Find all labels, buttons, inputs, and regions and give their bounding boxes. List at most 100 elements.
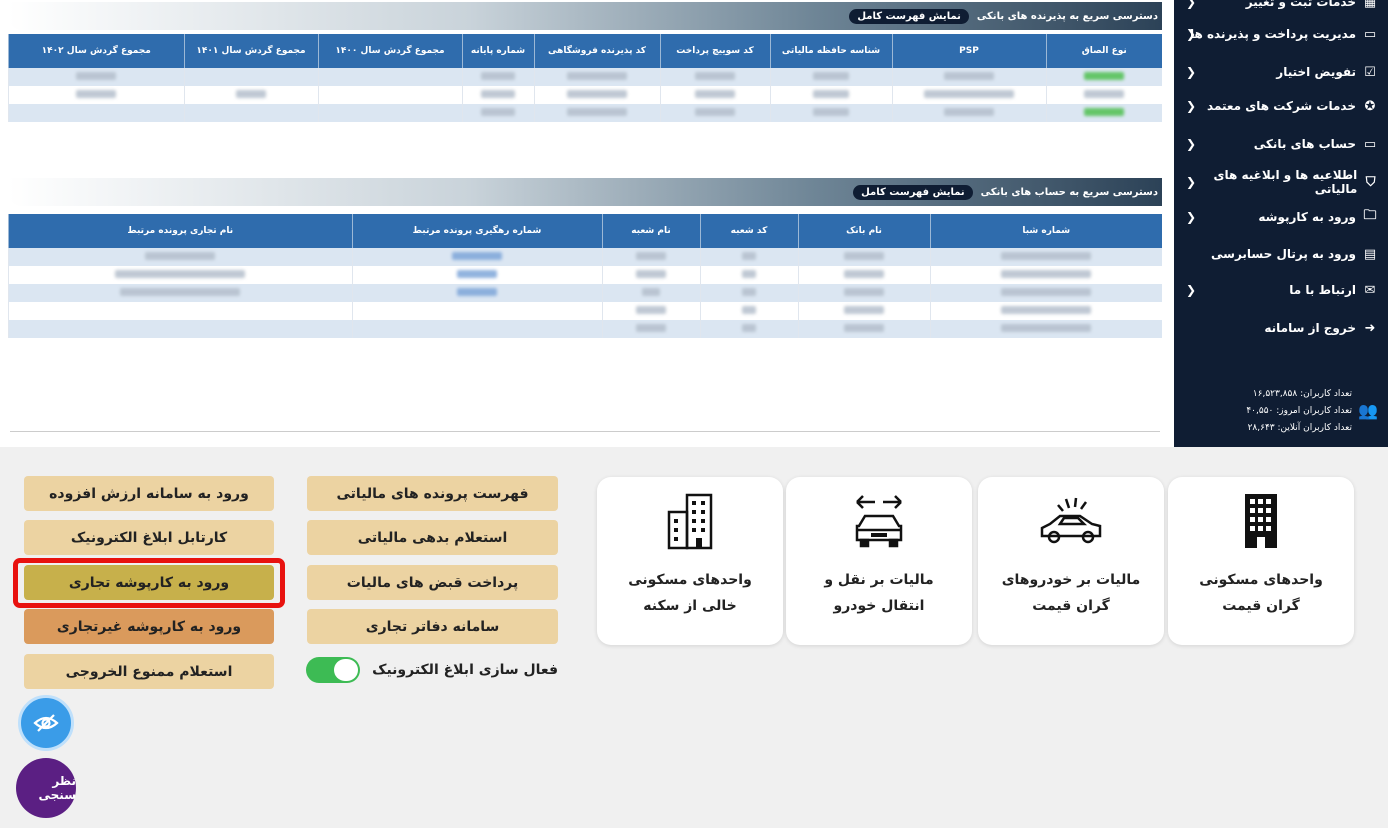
toggle-knob xyxy=(334,659,358,681)
col-merchant-code[interactable]: کد پذیرنده فروشگاهی xyxy=(533,34,660,68)
col-sheba[interactable]: شماره شبا xyxy=(929,214,1162,248)
chevron-left-icon: ❮ xyxy=(1186,65,1197,79)
card-line2: گران قیمت xyxy=(1032,598,1110,614)
delegation-icon: ☑ xyxy=(1364,64,1376,80)
tax-receipts-button[interactable]: پرداخت قبض های مالیات xyxy=(307,565,558,600)
chevron-left-icon: ❮ xyxy=(1186,27,1197,41)
col-branch-name[interactable]: نام شعبه xyxy=(601,214,700,248)
sidebar-item-label: اطلاعیه ها و ابلاغیه های مالیاتی xyxy=(1213,168,1358,196)
audit-icon: ▤ xyxy=(1363,246,1377,262)
sidebar-item-label: حساب های بانکی xyxy=(1253,137,1356,151)
card-vacant-housing[interactable]: واحدهای مسکونی خالی از سکنه xyxy=(597,477,783,645)
pos-panel-header: دسترسی سریع به پذیرنده های بانکی نمایش ف… xyxy=(8,2,1162,30)
card-line1: مالیات بر خودروهای xyxy=(1001,572,1141,588)
card-line1: واحدهای مسکونی xyxy=(628,572,752,588)
chevron-left-icon: ❮ xyxy=(1186,210,1197,224)
sidebar: ▦ خدمات ثبت و تغییر ❮ ▭ مدیریت پرداخت و … xyxy=(1174,0,1388,447)
sidebar-item-label: خدمات ثبت و تغییر xyxy=(1245,0,1356,9)
table-row[interactable] xyxy=(8,104,1162,122)
card-icon: ▭ xyxy=(1363,136,1377,152)
folder-icon: 🗀 xyxy=(1363,208,1377,223)
total-users: تعداد کاربران: ۱۶,۵۲۳,۸۵۸ xyxy=(1252,389,1352,399)
col-bank-name[interactable]: نام بانک xyxy=(797,214,930,248)
card-luxury-housing[interactable]: واحدهای مسکونی گران قیمت xyxy=(1168,477,1354,645)
sidebar-item-contact[interactable]: ✉ ارتباط با ما ❮ xyxy=(1182,276,1378,304)
car-icon xyxy=(978,491,1164,551)
tax-files-button[interactable]: فهرست پرونده های مالیاتی xyxy=(307,476,558,511)
sidebar-item-payment-management[interactable]: ▭ مدیریت پرداخت و پذیرنده ها ❮ xyxy=(1182,20,1378,48)
mail-icon: ✉ xyxy=(1364,282,1376,298)
bank-panel-header: دسترسی سریع به حساب های بانکی نمایش فهرس… xyxy=(8,178,1162,206)
exit-ban-button[interactable]: استعلام ممنوع الخروجی xyxy=(24,654,274,689)
building-icon xyxy=(1168,491,1354,551)
pos-panel: دسترسی سریع به پذیرنده های بانکی نمایش ف… xyxy=(8,2,1162,122)
bank-table: شماره شبا نام بانک کد شعبه نام شعبه شمار… xyxy=(8,214,1162,338)
accessibility-button[interactable] xyxy=(18,695,74,751)
car-transfer-icon xyxy=(786,491,972,551)
sidebar-item-tax-notices[interactable]: ⛉ اطلاعیه ها و ابلاغیه های مالیاتی ❮ xyxy=(1182,168,1378,196)
chevron-left-icon: ❮ xyxy=(1186,283,1197,297)
card-line1: واحدهای مسکونی xyxy=(1199,572,1323,588)
col-turnover-1401[interactable]: مجموع گردش سال ۱۴۰۱ xyxy=(183,34,318,68)
sidebar-item-label: تفویض اختیار xyxy=(1276,65,1356,79)
tax-debt-button[interactable]: استعلام بدهی مالیاتی xyxy=(307,520,558,555)
sidebar-item-audit-portal[interactable]: ▤ ورود به پرتال حسابرسی xyxy=(1182,240,1378,268)
table-row[interactable] xyxy=(8,284,1162,302)
pos-table: نوع الصاق PSP شناسه حافظه مالیاتی کد سوی… xyxy=(8,34,1162,122)
e-notice-toggle[interactable] xyxy=(306,657,360,683)
col-switch-code[interactable]: کد سوییچ پرداخت xyxy=(659,34,770,68)
sidebar-item-delegation[interactable]: ☑ تفویض اختیار ❮ xyxy=(1182,58,1378,86)
card-line2: گران قیمت xyxy=(1222,598,1300,614)
vat-login-button[interactable]: ورود به سامانه ارزش افزوده xyxy=(24,476,274,511)
card-line2: خالی از سکنه xyxy=(643,598,737,614)
commercial-books-button[interactable]: سامانه دفاتر تجاری xyxy=(307,609,558,644)
pos-full-list-button[interactable]: نمایش فهرست کامل xyxy=(849,8,969,24)
sidebar-item-bank-accounts[interactable]: ▭ حساب های بانکی ❮ xyxy=(1182,130,1378,158)
chevron-left-icon: ❮ xyxy=(1186,175,1197,189)
e-notice-button[interactable]: کارتابل ابلاغ الکترونیک xyxy=(24,520,274,555)
col-tax-memory-id[interactable]: شناسه حافظه مالیاتی xyxy=(769,34,892,68)
sidebar-item-label: ورود به پرتال حسابرسی xyxy=(1211,247,1356,261)
col-turnover-1402[interactable]: مجموع گردش سال ۱۴۰۲ xyxy=(8,34,184,68)
card-car-transfer[interactable]: مالیات بر نقل و انتقال خودرو xyxy=(786,477,972,645)
today-users: تعداد کاربران امروز: ۴۰,۵۵۰ xyxy=(1246,406,1352,416)
chevron-left-icon: ❮ xyxy=(1186,137,1197,151)
buildings-icon xyxy=(597,491,783,551)
table-row[interactable] xyxy=(8,266,1162,284)
col-branch-code[interactable]: کد شعبه xyxy=(699,214,798,248)
card-luxury-cars[interactable]: مالیات بر خودروهای گران قیمت xyxy=(978,477,1164,645)
sidebar-item-registration[interactable]: ▦ خدمات ثبت و تغییر ❮ xyxy=(1182,0,1378,16)
table-row[interactable] xyxy=(8,320,1162,338)
badge-icon: ✪ xyxy=(1364,98,1376,114)
sidebar-item-trusted-companies[interactable]: ✪ خدمات شرکت های معتمد ❮ xyxy=(1182,92,1378,120)
col-turnover-1400[interactable]: مجموع گردش سال ۱۴۰۰ xyxy=(317,34,462,68)
logout-icon: ➜ xyxy=(1364,320,1376,336)
col-terminal-no[interactable]: شماره پایانه xyxy=(461,34,534,68)
user-stats: 👥 تعداد کاربران: ۱۶,۵۲۳,۸۵۸ تعداد کاربرا… xyxy=(1246,386,1378,437)
notice-icon: ⛉ xyxy=(1365,174,1376,190)
sidebar-item-label: ارتباط با ما xyxy=(1289,283,1356,297)
col-psp[interactable]: PSP xyxy=(891,34,1046,68)
chevron-left-icon: ❮ xyxy=(1186,99,1197,113)
card-line1: مالیات بر نقل و xyxy=(824,572,934,588)
table-row[interactable] xyxy=(8,86,1162,104)
card-icon: ▭ xyxy=(1363,26,1377,42)
highlight-box xyxy=(13,558,285,608)
survey-button[interactable]: نظر سنجی xyxy=(16,758,76,818)
col-attach-type[interactable]: نوع الصاق xyxy=(1045,34,1162,68)
table-row[interactable] xyxy=(8,68,1162,86)
table-row[interactable] xyxy=(8,302,1162,320)
col-commercial-name[interactable]: نام تجاری پرونده مرتبط xyxy=(8,214,352,248)
e-notice-toggle-label: فعال سازی ابلاغ الکترونیک xyxy=(372,662,558,678)
sidebar-item-work-folder[interactable]: 🗀 ورود به کارپوشه ❮ xyxy=(1182,203,1378,231)
bank-full-list-button[interactable]: نمایش فهرست کامل xyxy=(853,184,973,200)
noncommercial-folder-button[interactable]: ورود به کارپوشه غیرتجاری xyxy=(24,609,274,644)
chevron-left-icon: ❮ xyxy=(1186,0,1197,9)
col-tracking-no[interactable]: شماره رهگیری پرونده مرتبط xyxy=(351,214,602,248)
sidebar-item-logout[interactable]: ➜ خروج از سامانه xyxy=(1182,314,1378,342)
dashboard-top: دسترسی سریع به پذیرنده های بانکی نمایش ف… xyxy=(0,0,1388,447)
e-notice-activation: فعال سازی ابلاغ الکترونیک xyxy=(306,656,558,684)
table-row[interactable] xyxy=(8,248,1162,266)
divider xyxy=(10,431,1160,432)
sidebar-item-label: خدمات شرکت های معتمد xyxy=(1207,99,1356,113)
